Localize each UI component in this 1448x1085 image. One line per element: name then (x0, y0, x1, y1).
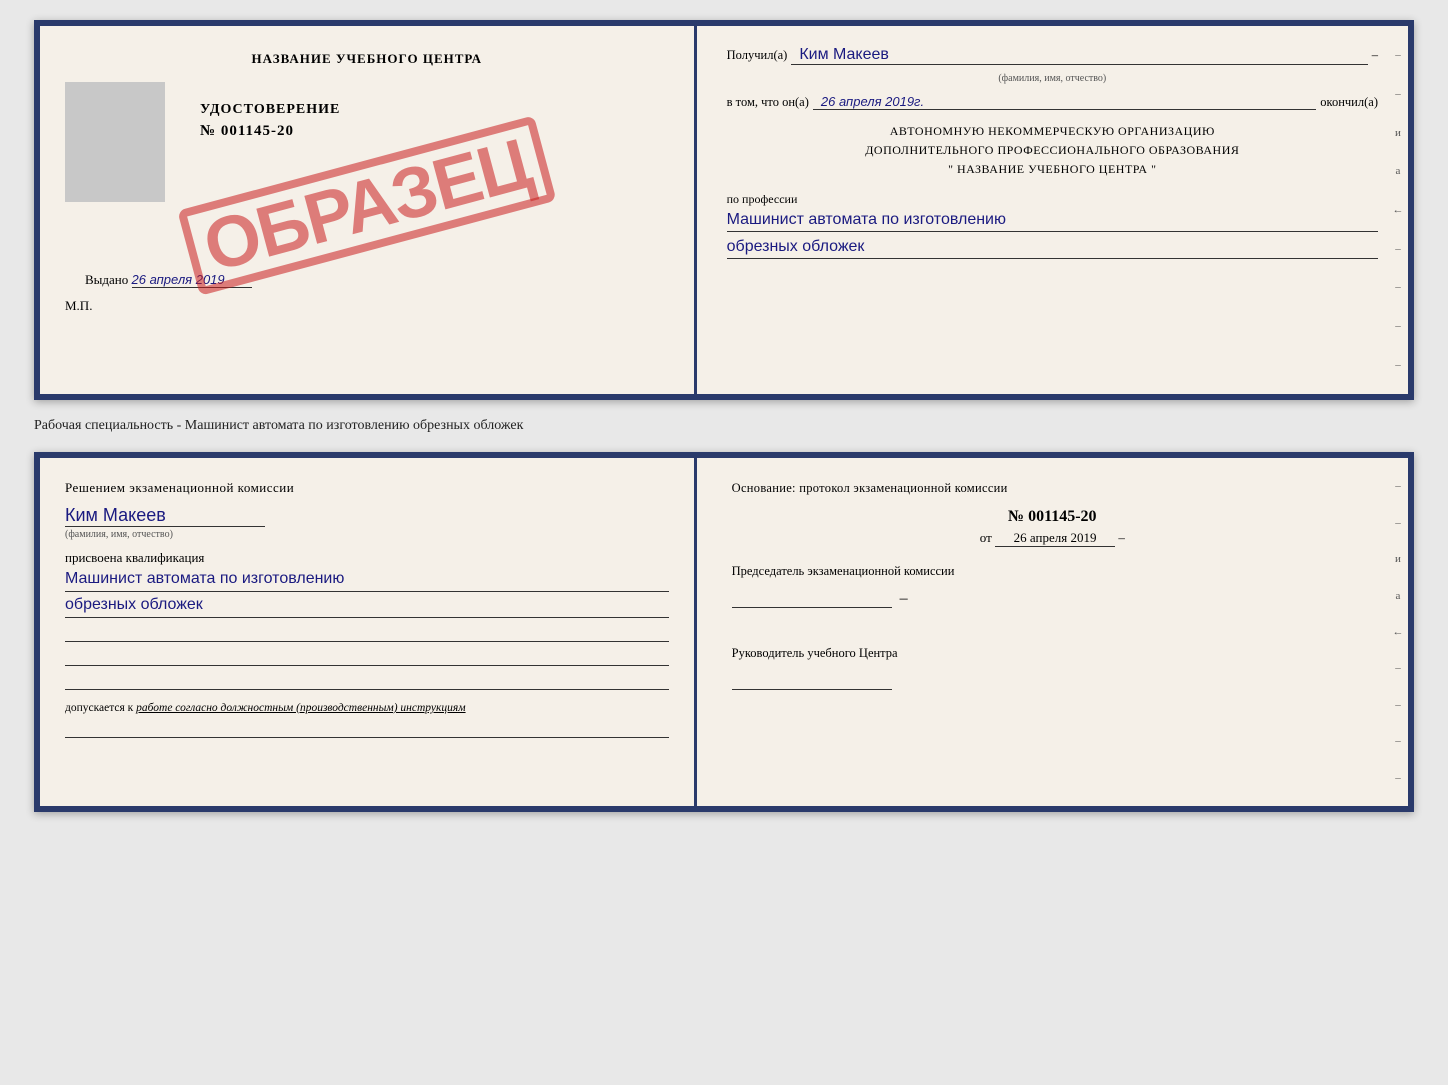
profession-line2: обрезных обложек (727, 238, 1378, 259)
head-label: Руководитель учебного Центра (732, 644, 1373, 663)
resheniem-label: Решением экзаменационной комиссии (65, 478, 669, 499)
org-line2: ДОПОЛНИТЕЛЬНОГО ПРОФЕССИОНАЛЬНОГО ОБРАЗО… (727, 141, 1378, 160)
org-line3: " НАЗВАНИЕ УЧЕБНОГО ЦЕНТРА " (727, 160, 1378, 179)
vydano-date: 26 апреля 2019 (132, 272, 252, 288)
vtom-line: в том, что он(а) 26 апреля 2019г. окончи… (727, 94, 1378, 110)
vtom-label: в том, что он(а) (727, 95, 809, 110)
top-doc-left: НАЗВАНИЕ УЧЕБНОГО ЦЕНТРА УДОСТОВЕРЕНИЕ №… (40, 26, 697, 394)
protocol-num: № 001145-20 (732, 508, 1373, 526)
dopusk-block: допускается к работе согласно должностны… (65, 702, 669, 714)
dopusk-label: допускается к (65, 702, 133, 714)
blank-line-2 (65, 648, 669, 666)
vydano-label: Выдано (85, 272, 128, 287)
blank-line-3 (65, 672, 669, 690)
cert-title: НАЗВАНИЕ УЧЕБНОГО ЦЕНТРА (65, 51, 669, 67)
cert-number-block: УДОСТОВЕРЕНИЕ № 001145-20 (190, 102, 340, 212)
okonchil-label: окончил(а) (1320, 95, 1378, 110)
bottom-fio-name: Ким Макеев (65, 505, 669, 526)
bottom-qual-line2: обрезных обложек (65, 596, 669, 618)
cert-vydano: Выдано 26 апреля 2019 (65, 272, 669, 288)
bottom-doc-right: Основание: протокол экзаменационной коми… (697, 458, 1408, 806)
top-document-pair: НАЗВАНИЕ УЧЕБНОГО ЦЕНТРА УДОСТОВЕРЕНИЕ №… (34, 20, 1414, 400)
head-signature-area (732, 668, 1373, 694)
bottom-right-edge-decoration: – – и а ← – – – – (1390, 468, 1406, 796)
chairman-signature-area: – (732, 586, 1373, 612)
bottom-qual-line1: Машинист автомата по изготовлению (65, 570, 669, 592)
org-block: АВТОНОМНУЮ НЕКОММЕРЧЕСКУЮ ОРГАНИЗАЦИЮ ДО… (727, 122, 1378, 180)
poluchil-name: Ким Макеев (791, 46, 1367, 65)
caption: Рабочая специальность - Машинист автомат… (34, 418, 1414, 434)
cert-type: УДОСТОВЕРЕНИЕ (200, 102, 340, 118)
chairman-sig-line (732, 590, 892, 608)
dopusk-text: работе согласно должностным (производств… (136, 702, 465, 714)
protocol-date-prefix: от (980, 530, 992, 545)
chairman-label-line1: Председатель экзаменационной комиссии (732, 562, 1373, 581)
protocol-date: от 26 апреля 2019 – (732, 530, 1373, 547)
head-sig-line (732, 672, 892, 690)
cert-number: № 001145-20 (200, 123, 340, 140)
org-line1: АВТОНОМНУЮ НЕКОММЕРЧЕСКУЮ ОРГАНИЗАЦИЮ (727, 122, 1378, 141)
bottom-document-pair: Решением экзаменационной комиссии Ким Ма… (34, 452, 1414, 812)
prisvoena-label: присвоена квалификация (65, 550, 669, 566)
vtom-date: 26 апреля 2019г. (813, 94, 1316, 110)
poluchil-label: Получил(а) (727, 48, 788, 63)
bottom-doc-left: Решением экзаменационной комиссии Ким Ма… (40, 458, 697, 806)
osnovanie-label: Основание: протокол экзаменационной коми… (732, 478, 1373, 498)
chairman-label: Председатель экзаменационной комиссии (732, 562, 1373, 581)
blank-line-1 (65, 624, 669, 642)
chairman-block: Председатель экзаменационной комиссии – … (732, 562, 1373, 694)
blank-line-4 (65, 720, 669, 738)
dash-after-name: – (1372, 48, 1378, 63)
top-doc-right: Получил(а) Ким Макеев – (фамилия, имя, о… (697, 26, 1408, 394)
mp-label: М.П. (65, 298, 669, 314)
profession-label: по профессии (727, 192, 1378, 207)
bottom-fio-sublabel: (фамилия, имя, отчество) (65, 529, 669, 540)
right-edge-decoration: – – и а ← – – – – (1390, 36, 1406, 384)
protocol-date-value: 26 апреля 2019 (995, 530, 1115, 547)
profession-line1: Машинист автомата по изготовлению (727, 211, 1378, 232)
fio-sublabel-top: (фамилия, имя, отчество) (727, 73, 1378, 84)
poluchil-line: Получил(а) Ким Макеев – (727, 46, 1378, 65)
cert-photo (65, 82, 165, 202)
